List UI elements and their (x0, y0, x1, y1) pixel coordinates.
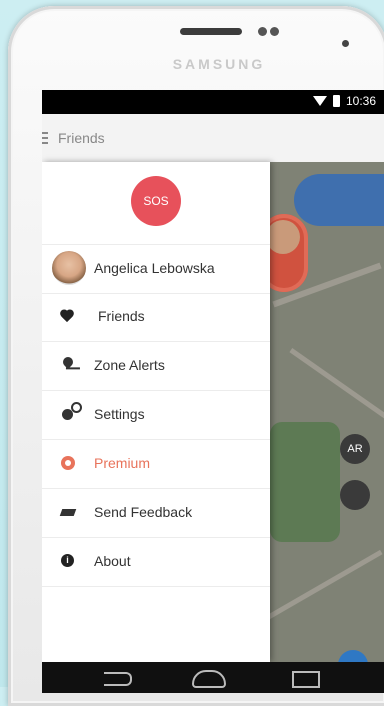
map-lake (294, 174, 384, 226)
wifi-icon (312, 96, 327, 106)
drawer-item-send-feedback[interactable]: Send Feedback (42, 489, 270, 538)
graduation-cap-icon[interactable] (340, 480, 370, 510)
phone-frame: SAMSUNG 10:36 Friends AR SOS Angelica Le… (8, 6, 384, 706)
drawer-item-label: Settings (94, 406, 145, 422)
friend-avatar (270, 220, 300, 254)
camera-icon (258, 27, 267, 36)
recent-apps-icon[interactable] (292, 671, 320, 688)
drawer-item-about[interactable]: i About (42, 538, 270, 587)
drawer-item-zone-alerts[interactable]: Zone Alerts (42, 342, 270, 391)
info-icon: i (61, 554, 74, 567)
drawer-item-label: About (94, 553, 131, 569)
status-bar: 10:36 (42, 90, 384, 114)
profile-name: Angelica Lebowska (94, 260, 215, 276)
gear-icon (62, 402, 82, 420)
map-park (270, 422, 340, 542)
heart-icon (61, 309, 75, 323)
drawer-item-premium[interactable]: Premium (42, 440, 270, 489)
drawer-item-label: Premium (94, 455, 151, 471)
feedback-icon (59, 509, 77, 516)
map-road (289, 348, 384, 421)
front-camera-icon (342, 40, 349, 47)
battery-icon (332, 95, 340, 107)
menu-icon[interactable] (42, 132, 48, 144)
friend-marker[interactable] (270, 214, 308, 292)
ar-label: AR (347, 443, 363, 455)
drawer-item-friends[interactable]: Friends (42, 293, 270, 342)
premium-icon (61, 456, 75, 470)
drawer-item-label: Friends (98, 308, 145, 324)
status-time: 10:36 (345, 94, 376, 108)
avatar (52, 251, 86, 285)
location-pin-icon (60, 354, 76, 370)
sensor-icon (270, 27, 279, 36)
map-view[interactable]: AR (270, 162, 384, 662)
back-icon[interactable] (104, 672, 132, 686)
navigation-drawer: SOS Angelica Lebowska Friends Zone Alert… (42, 162, 270, 662)
speaker-grille (180, 28, 242, 35)
drawer-item-label: Zone Alerts (94, 357, 165, 373)
map-road (270, 549, 383, 620)
ar-button[interactable]: AR (340, 434, 370, 464)
system-nav-bar (42, 662, 384, 693)
phone-screen: 10:36 Friends AR SOS Angelica Lebowska F… (42, 90, 384, 693)
device-brand: SAMSUNG (172, 56, 266, 72)
chat-icon[interactable] (338, 650, 368, 662)
drawer-item-label: Send Feedback (94, 504, 193, 520)
profile-row[interactable]: Angelica Lebowska (42, 244, 270, 294)
app-bar-title: Friends (58, 130, 105, 146)
sos-label: SOS (143, 194, 169, 208)
app-bar: Friends (42, 114, 384, 163)
home-icon[interactable] (192, 670, 226, 688)
drawer-item-settings[interactable]: Settings (42, 391, 270, 440)
sos-button[interactable]: SOS (131, 176, 181, 226)
